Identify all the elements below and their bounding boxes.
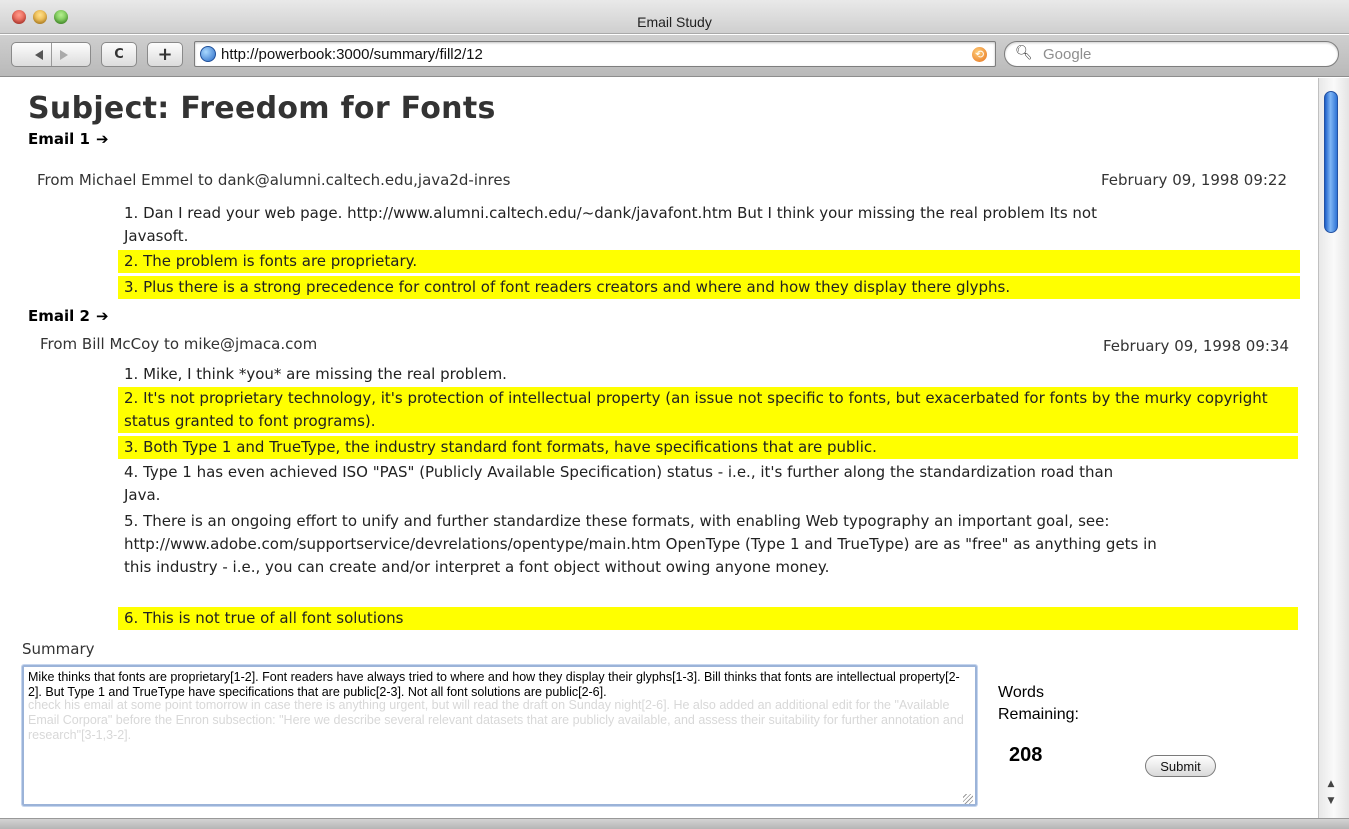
email-2-date: February 09, 1998 09:34	[1102, 337, 1289, 355]
email-2-label: Email 2 ➔	[28, 307, 109, 325]
words-remaining-count: 208	[1009, 744, 1043, 766]
resize-grip-icon[interactable]	[963, 794, 973, 804]
email-1-sentence-3[interactable]: 3. Plus there is a strong precedence for…	[118, 276, 1300, 299]
email-1-sentence-1[interactable]: 1. Dan I read your web page. http://www.…	[118, 202, 1158, 248]
plus-icon: +	[157, 44, 173, 65]
scroll-down-arrow-icon[interactable]: ▼	[1323, 794, 1339, 808]
email-1-sentence-2[interactable]: 2. The problem is fonts are proprietary.	[118, 250, 1300, 273]
magnifier-icon[interactable]: 🔍︎	[1015, 45, 1033, 61]
summary-label: Summary	[22, 640, 95, 658]
right-arrow-icon: ➔	[95, 130, 109, 148]
reload-icon: C	[114, 47, 124, 62]
page-title: Subject: Freedom for Fonts	[28, 91, 496, 126]
vertical-scrollbar[interactable]: ▲ ▼	[1318, 78, 1349, 818]
summary-textarea[interactable]: Mike thinks that fonts are proprietary[1…	[22, 665, 977, 806]
window-bottom-bar	[0, 818, 1349, 829]
url-text[interactable]: http://powerbook:3000/summary/fill2/12	[221, 46, 483, 63]
email-2-from: From Bill McCoy to mike@jmaca.com	[40, 335, 318, 353]
email-2-sentence-5[interactable]: 5. There is an ongoing effort to unify a…	[118, 510, 1163, 579]
page-content: Subject: Freedom for Fonts Email 1 ➔ From…	[0, 78, 1318, 818]
snapback-icon[interactable]: ⟲	[972, 47, 987, 62]
globe-icon	[200, 46, 216, 62]
email-2-sentence-6[interactable]: 6. This is not true of all font solution…	[118, 607, 1298, 630]
words-remaining-label: Words Remaining:	[998, 684, 1079, 723]
email-2-sentence-1[interactable]: 1. Mike, I think *you* are missing the r…	[118, 363, 1188, 386]
email-1-date: February 09, 1998 09:22	[1100, 171, 1287, 189]
email-2-sentence-2[interactable]: 2. It's not proprietary technology, it's…	[118, 387, 1298, 433]
reload-button[interactable]: C	[101, 42, 137, 67]
email-1-from: From Michael Emmel to dank@alumni.caltec…	[37, 171, 511, 189]
email-label-text: Email 2	[28, 307, 90, 325]
submit-button[interactable]: Submit	[1145, 755, 1216, 777]
window-title: Email Study	[637, 14, 712, 30]
forward-arrow-icon[interactable]	[59, 49, 68, 60]
scroll-thumb[interactable]	[1324, 91, 1338, 233]
email-label-text: Email 1	[28, 130, 90, 148]
email-2-sentence-4[interactable]: 4. Type 1 has even achieved ISO "PAS" (P…	[118, 461, 1118, 507]
right-arrow-icon: ➔	[95, 307, 109, 325]
scroll-up-arrow-icon[interactable]: ▲	[1323, 777, 1339, 791]
back-forward-buttons	[11, 42, 91, 67]
search-field[interactable]: 🔍︎ Google	[1004, 41, 1339, 67]
add-bookmark-button[interactable]: +	[147, 42, 183, 67]
title-bar: Email Study	[0, 0, 1349, 34]
back-arrow-icon[interactable]	[34, 49, 43, 60]
address-bar[interactable]: http://powerbook:3000/summary/fill2/12 ⟲	[194, 41, 996, 67]
email-2-sentence-3[interactable]: 3. Both Type 1 and TrueType, the industr…	[118, 436, 1298, 459]
email-1-label: Email 1 ➔	[28, 130, 109, 148]
button-divider	[50, 43, 52, 66]
search-placeholder: Google	[1043, 46, 1092, 63]
browser-toolbar: C + http://powerbook:3000/summary/fill2/…	[0, 35, 1349, 77]
